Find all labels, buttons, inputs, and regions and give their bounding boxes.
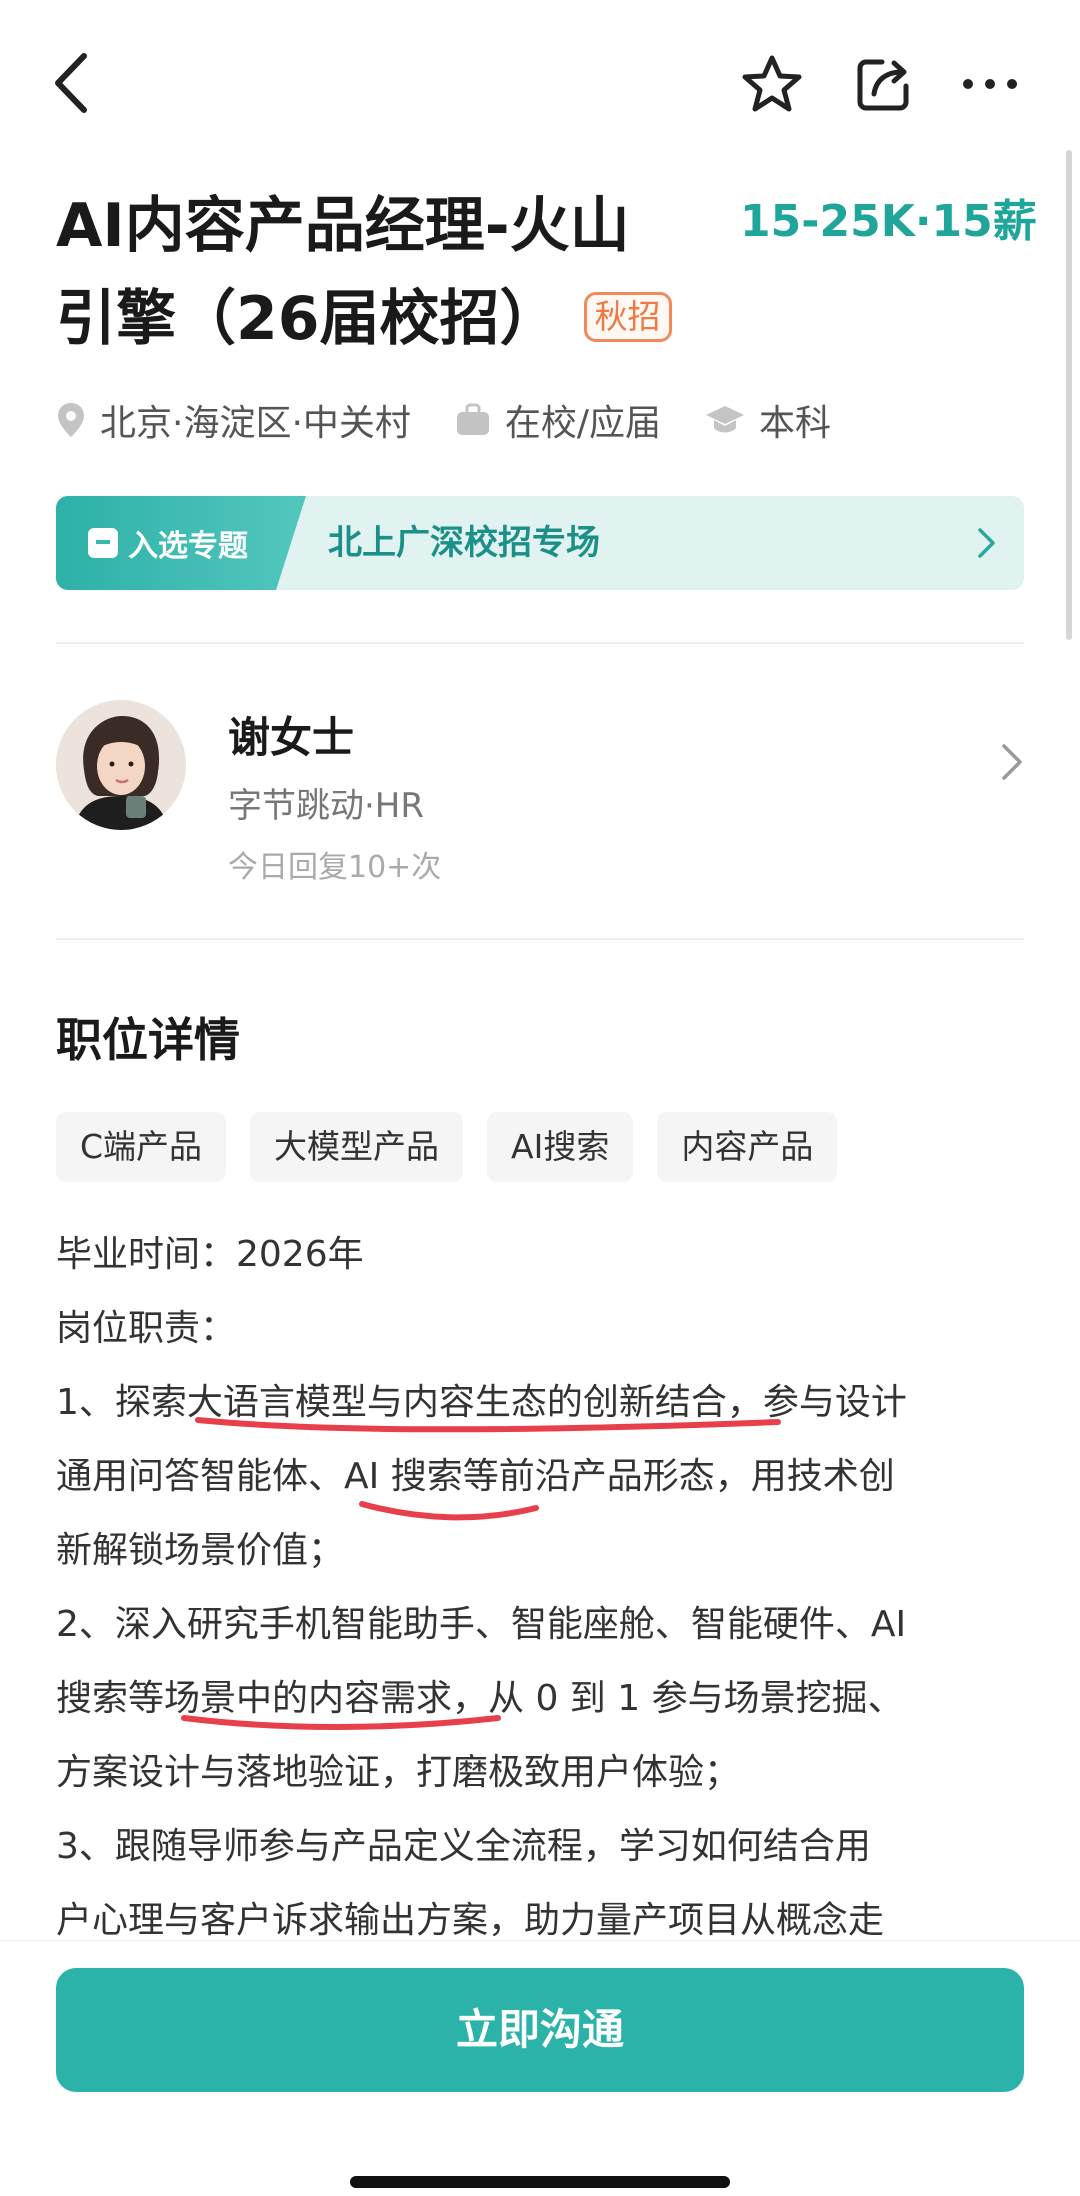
salary: 15-25K·15薪 [740,196,1037,247]
chevron-right-icon [978,528,995,558]
section-title-job-details: 职位详情 [56,1013,240,1067]
graduation-cap-icon [706,406,745,433]
topic-name: 北上广深校招专场 [328,523,600,563]
location-pin-icon [58,403,84,437]
experience-text: 在校/应届 [504,403,662,444]
recruiter-reply-info: 今日回复10+次 [228,850,442,885]
description-line: 1、探索大语言模型与内容生态的创新结合，参与设计 [56,1382,907,1423]
description-line: 2、深入研究手机智能助手、智能座舱、智能硬件、AI [56,1604,907,1645]
description-line: 3、跟随导师参与产品定义全流程，学习如何结合用 [56,1826,871,1867]
description-line: 方案设计与落地验证，打磨极致用户体验； [56,1752,741,1793]
location-item: 北京·海淀区·中关村 [56,394,411,446]
recruiter-card[interactable]: 谢女士 字节跳动·HR 今日回复10+次 [56,700,1024,885]
description-line: 毕业时间：2026年 [56,1234,364,1275]
job-title-line2: 引擎（26届校招） 秋招 [56,273,716,366]
skill-tag: 大模型产品 [250,1112,464,1182]
job-title: AI内容产品经理-火山 引擎（26届校招） 秋招 [56,180,716,366]
recruiter-company-role: 字节跳动·HR [228,786,424,826]
location-text: 北京·海淀区·中关村 [100,403,411,444]
topic-tag: 入选专题 [56,496,306,590]
job-description: 毕业时间：2026年 岗位职责： 1、探索大语言模型与内容生态的创新结合，参与设… [56,1218,1036,1958]
star-icon[interactable] [740,52,804,116]
description-line: 通用问答智能体、AI 搜索等前沿产品形态，用技术创 [56,1456,895,1497]
top-nav-bar [0,0,1080,170]
experience-item: 在校/应届 [455,394,661,446]
scrollbar[interactable] [1066,150,1072,640]
job-title-line2-text: 引擎（26届校招） [56,284,560,354]
recruit-season-badge: 秋招 [583,292,672,343]
description-line: 搜索等场景中的内容需求，从 0 到 1 参与场景挖掘、 [56,1678,904,1719]
education-item: 本科 [705,394,831,446]
skill-tag: 内容产品 [657,1112,838,1182]
back-arrow-icon[interactable] [48,48,98,118]
education-text: 本科 [759,403,832,444]
chat-now-button[interactable]: 立即沟通 [56,1968,1024,2092]
skill-tag: AI搜索 [487,1112,634,1182]
topic-banner[interactable]: 入选专题 北上广深校招专场 [56,496,1024,590]
description-line: 岗位职责： [56,1308,237,1349]
topic-tag-icon [88,528,118,558]
job-meta-row: 北京·海淀区·中关村 在校/应届 本科 [56,390,875,450]
chevron-right-icon [1002,744,1022,780]
job-title-line1: AI内容产品经理-火山 [56,191,630,261]
avatar[interactable] [56,700,186,830]
skill-tag: C端产品 [56,1112,227,1182]
skill-tags: C端产品 大模型产品 AI搜索 内容产品 [56,1112,861,1182]
briefcase-icon [456,403,489,435]
divider [56,938,1024,940]
more-icon[interactable] [960,56,1020,112]
home-indicator[interactable] [350,2176,730,2188]
topic-tag-label: 入选专题 [128,529,248,564]
description-line: 新解锁场景价值； [56,1530,345,1571]
share-icon[interactable] [852,52,916,116]
avatar-image [56,700,186,830]
recruiter-name: 谢女士 [228,713,355,762]
divider [56,642,1024,644]
